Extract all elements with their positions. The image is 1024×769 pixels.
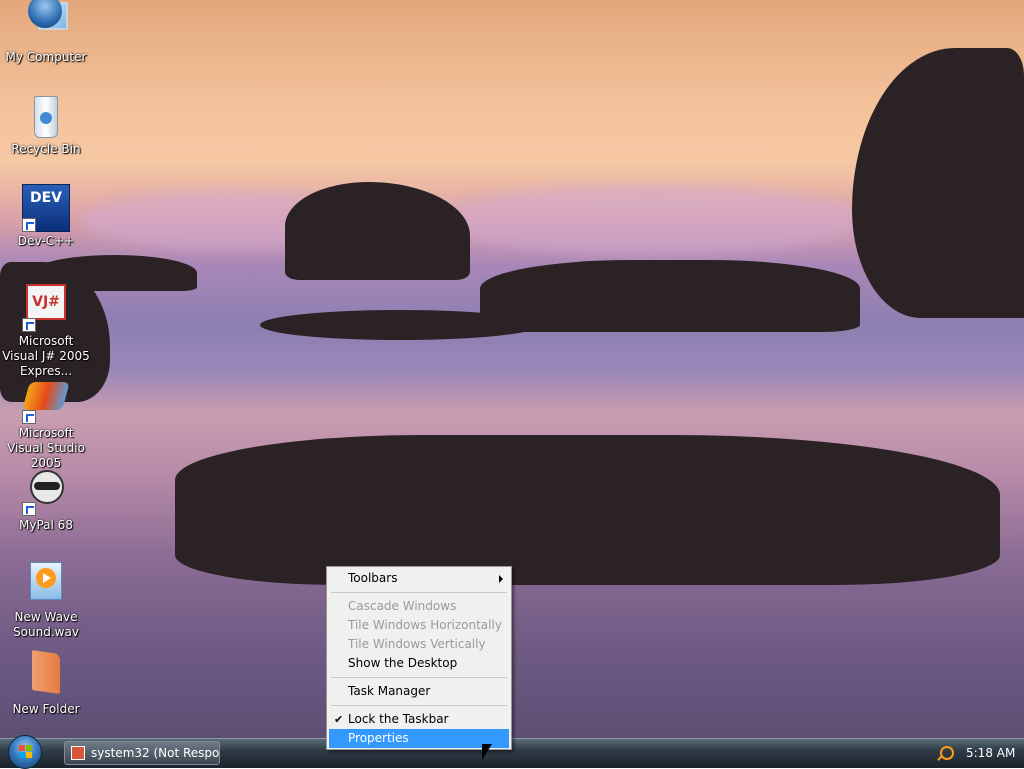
menu-item-toolbars[interactable]: Toolbars [329,569,509,588]
desktop-icon-label: New Wave Sound.wav [13,610,79,639]
menu-item-label: Lock the Taskbar [348,712,449,726]
shortcut-arrow-icon [22,318,36,332]
media-file-icon [22,560,70,608]
desktop-icon-visual-studio[interactable]: Microsoft Visual Studio 2005 [0,376,92,471]
folder-icon [22,650,70,700]
shortcut-arrow-icon [22,218,36,232]
desktop-icon-visual-jsharp[interactable]: VJ# Microsoft Visual J# 2005 Expres... [0,284,92,379]
taskbar-button-system32[interactable]: system32 (Not Respo... [64,741,220,765]
computer-icon [22,0,70,48]
raccoon-icon [22,468,70,516]
desktop-icon-label: My Computer [5,50,87,64]
system-tray: 5:18 AM [932,738,1024,768]
clock[interactable]: 5:18 AM [966,738,1015,768]
desktop-icon-mypal[interactable]: MyPal 68 [0,468,92,533]
shortcut-arrow-icon [22,502,36,516]
submenu-arrow-icon [499,575,503,583]
menu-item-label: Tile Windows Vertically [348,637,486,651]
visual-studio-icon [22,376,70,424]
menu-separator [331,592,507,593]
menu-item-lock-taskbar[interactable]: ✔ Lock the Taskbar [329,710,509,729]
cliff-rock [852,48,1024,318]
desktop-icon-label: Dev-C++ [17,234,75,248]
shortcut-arrow-icon [22,410,36,424]
taskbar-button-label: system32 (Not Respo... [91,746,220,760]
menu-item-show-desktop[interactable]: Show the Desktop [329,654,509,673]
menu-item-cascade-windows[interactable]: Cascade Windows [329,597,509,616]
desktop-icon-my-computer[interactable]: My Computer [0,0,92,65]
menu-item-label: Show the Desktop [348,656,458,670]
mouse-cursor-icon [482,744,492,760]
menu-item-label: Task Manager [348,684,431,698]
menu-item-label: Toolbars [348,571,398,585]
cloud [430,185,870,255]
recycle-bin-icon [22,92,70,140]
desktop-icon-dev-cpp[interactable]: DEV Dev-C++ [0,184,92,249]
desktop-icon-label: MyPal 68 [19,518,73,532]
desktop-icon-recycle-bin[interactable]: Recycle Bin [0,92,92,157]
taskbar-context-menu: Toolbars Cascade Windows Tile Windows Ho… [326,566,512,750]
dev-cpp-icon: DEV [22,184,70,232]
start-button[interactable] [8,735,42,769]
search-icon[interactable] [940,746,954,760]
visual-jsharp-icon: VJ# [22,284,70,332]
desktop-icon-label: New Folder [12,702,80,716]
menu-item-label: Cascade Windows [348,599,457,613]
sea-stack-rock [285,182,470,280]
menu-separator [331,677,507,678]
desktop-icon-new-folder[interactable]: New Folder [0,650,92,717]
desktop-icon-label: Microsoft Visual J# 2005 Expres... [2,334,90,378]
menu-separator [331,705,507,706]
menu-item-label: Properties [348,731,409,745]
foreground-rocks [175,435,1000,585]
menu-item-tile-horizontally[interactable]: Tile Windows Horizontally [329,616,509,635]
mid-rocks [260,310,540,340]
checkmark-icon: ✔ [334,713,344,726]
menu-item-task-manager[interactable]: Task Manager [329,682,509,701]
windows-logo-icon [19,745,32,758]
desktop-icon-label: Microsoft Visual Studio 2005 [7,426,85,470]
folder-window-icon [71,746,85,760]
desktop-icon-new-wave-sound[interactable]: New Wave Sound.wav [0,560,92,640]
desktop[interactable]: My Computer Recycle Bin DEV Dev-C++ VJ# … [0,0,1024,738]
menu-item-label: Tile Windows Horizontally [348,618,502,632]
desktop-icon-label: Recycle Bin [11,142,81,156]
menu-item-tile-vertically[interactable]: Tile Windows Vertically [329,635,509,654]
